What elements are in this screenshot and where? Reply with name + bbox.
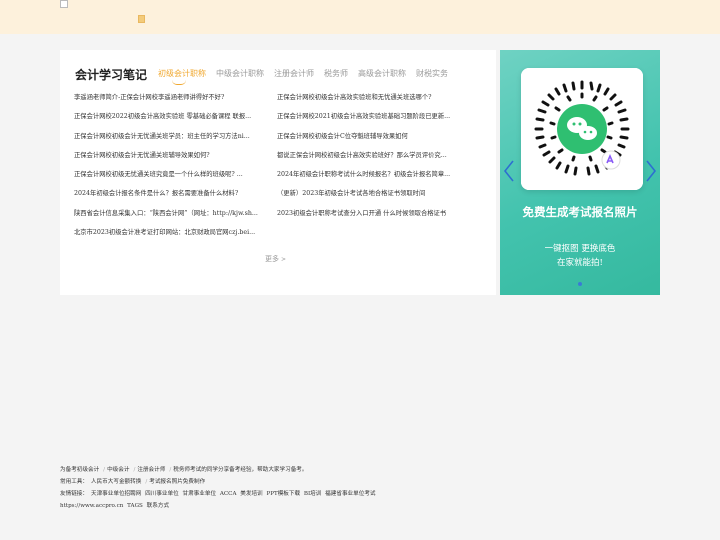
tags-link[interactable]: TAGS <box>127 503 143 509</box>
logo-image[interactable] <box>60 0 68 8</box>
tab-senior-accounting[interactable]: 高级会计职称 <box>358 68 406 79</box>
promo-banner[interactable]: 免费生成考试报名照片 一键抠图 更换底色 在家就能拍! <box>500 50 660 295</box>
footer-separator: / <box>103 467 106 473</box>
site-footer: 为备考初级会计 / 中级会计 / 注册会计师 / 税务师考试的同学分享备考经验，帮助大家学习… <box>60 464 440 512</box>
tab-tax-agent[interactable]: 税务师 <box>324 68 348 79</box>
panel-title: 会计学习笔记 <box>75 68 148 82</box>
category-tabs: 初级会计职称 中级会计职称 注册会计师 税务师 高级会计职称 财税实务 <box>158 68 458 85</box>
chevron-left-icon <box>503 160 514 182</box>
footer-intro: 为备考初级会计 / 中级会计 / 注册会计师 / 税务师考试的同学分享备考经验，帮助大家学习… <box>60 464 440 476</box>
mini-program-qr-code <box>521 68 649 190</box>
article-link[interactable]: 正保会计网校2021初级会计高效实验班基础习题阶段已更新... <box>277 111 476 130</box>
active-tab-indicator <box>172 80 186 85</box>
footer-text: 税务师考试的同学分享备考经验，帮助大家学习备考。 <box>173 467 308 473</box>
article-link[interactable]: 正保会计网校初级会计C位夺魁班辅导效果如何 <box>277 131 476 150</box>
friend-link[interactable]: ACCA <box>220 491 237 497</box>
tool-link[interactable]: 考试报名照片免费制作 <box>149 479 205 485</box>
banner-subtitle: 一键抠图 更换底色 在家就能拍! <box>500 242 660 270</box>
article-link[interactable]: 李遥涵老师简介-正保会计网校李遥涵老师讲得好不好? <box>74 92 273 111</box>
study-notes-panel: 会计学习笔记 初级会计职称 中级会计职称 注册会计师 税务师 高级会计职称 财税… <box>60 50 496 295</box>
tab-cpa[interactable]: 注册会计师 <box>274 68 314 79</box>
footer-link[interactable]: 为备考初级会计 <box>60 467 99 473</box>
article-link[interactable]: 正保会计网校初级会计无忧通关班辅导效果如何? <box>74 150 273 169</box>
banner-sub-line2: 在家就能拍! <box>557 258 603 268</box>
tab-junior-accounting[interactable]: 初级会计职称 <box>158 68 206 79</box>
article-link[interactable]: 2024年初级会计报名条件是什么？报名需要准备什么材料? <box>74 188 273 207</box>
friend-link[interactable]: PPT模板下载 <box>266 491 300 497</box>
friend-links-label: 友情链接： <box>60 491 88 497</box>
tool-link[interactable]: 人民币大写金额转换 <box>91 479 141 485</box>
footer-link[interactable]: 注册会计师 <box>137 467 165 473</box>
tab-intermediate-accounting[interactable]: 中级会计职称 <box>216 68 264 79</box>
chevron-right-icon: > <box>281 256 287 263</box>
article-list: 李遥涵老师简介-正保会计网校李遥涵老师讲得好不好? 正保会计网校初级会计高效实验… <box>74 92 484 246</box>
article-link[interactable]: 陕西省会计信息采集入口：“陕西会计网”（网址：http://kjw.sh... <box>74 208 273 227</box>
friend-link[interactable]: 福建省事业单位考试 <box>325 491 375 497</box>
contact-link[interactable]: 联系方式 <box>147 503 169 509</box>
article-link[interactable]: 正保会计网校初级无忧通关班究竟是一个什么样的班级呢? ... <box>74 169 273 188</box>
site-url-link[interactable]: https://www.accpro.cn <box>60 503 123 509</box>
chevron-right-icon <box>646 160 657 182</box>
article-link[interactable]: 正保会计网校初级会计无忧通关班学员：班主任的学习方法ni... <box>74 131 273 150</box>
more-label: 更多 <box>265 255 279 263</box>
banner-headline: 免费生成考试报名照片 <box>522 205 638 219</box>
footer-tools: 常用工具： 人民币大写金额转换 / 考试报名照片免费制作 <box>60 476 440 488</box>
more-link[interactable]: 更多 > <box>265 254 286 264</box>
tab-finance-tax-practice[interactable]: 财税实务 <box>416 68 448 79</box>
friend-link[interactable]: 四川事业单位 <box>145 491 179 497</box>
article-link[interactable]: 2023初级会计职称考试查分入口开通 什么时候领取合格证书 <box>277 208 476 227</box>
footer-separator: / <box>145 479 148 485</box>
footer-bottom: https://www.accpro.cn TAGS 联系方式 <box>60 500 440 512</box>
footer-separator: / <box>133 467 136 473</box>
friend-link[interactable]: 美发培训 <box>240 491 262 497</box>
tools-label: 常用工具： <box>60 479 88 485</box>
friend-link[interactable]: 天津事业单位招聘网 <box>91 491 141 497</box>
article-link[interactable]: 正保会计网校2022初级会计高效实验班 零基础必备课程 联报... <box>74 111 273 130</box>
banner-sub-line1: 一键抠图 更换底色 <box>544 244 616 254</box>
article-link[interactable]: 北京市2023初级会计准考证打印网站：北京财政局官网czj.bei... <box>74 227 273 246</box>
qr-code-icon <box>521 68 649 190</box>
carousel-prev-arrow[interactable] <box>503 160 514 187</box>
footer-separator: / <box>169 467 172 473</box>
menu-marker-icon[interactable] <box>138 15 145 23</box>
article-link[interactable]: （更新）2023年初级会计考试各地合格证书领取时间 <box>277 188 476 207</box>
article-link[interactable]: 2024年初级会计职称考试什么时候报名？初级会计报名简章... <box>277 169 476 188</box>
article-link[interactable]: 都说正保会计网校初级会计高效实验班好？那么学员评价究... <box>277 150 476 169</box>
top-bar <box>0 0 720 34</box>
friend-link[interactable]: 甘肃事业单位 <box>182 491 216 497</box>
footer-friend-links: 友情链接： 天津事业单位招聘网 四川事业单位 甘肃事业单位 ACCA 美发培训 P… <box>60 488 440 500</box>
footer-link[interactable]: 中级会计 <box>107 467 129 473</box>
article-link[interactable]: 正保会计网校初级会计高效实验班和无忧通关班选哪个? <box>277 92 476 111</box>
friend-link[interactable]: BI培训 <box>304 491 322 497</box>
carousel-next-arrow[interactable] <box>646 160 657 187</box>
carousel-indicator-dot[interactable] <box>578 282 582 286</box>
